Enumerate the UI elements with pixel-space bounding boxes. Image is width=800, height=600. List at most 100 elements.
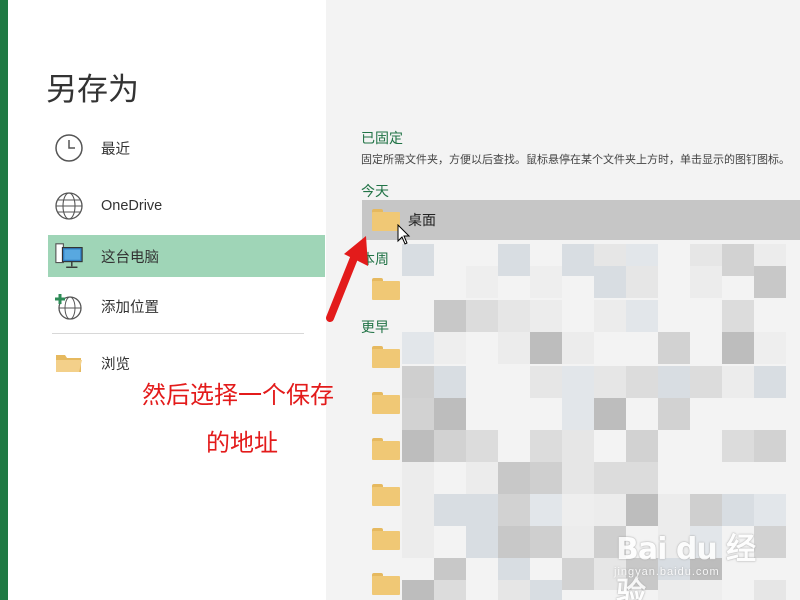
folder-row-desktop[interactable]: 桌面 bbox=[362, 200, 800, 240]
mosaic-cell bbox=[434, 398, 466, 430]
mosaic-cell bbox=[402, 462, 434, 494]
red-arrow-annotation bbox=[326, 236, 368, 322]
mosaic-cell bbox=[626, 266, 658, 298]
mosaic-cell bbox=[562, 366, 594, 398]
mosaic-cell bbox=[722, 366, 754, 398]
mosaic-cell bbox=[690, 266, 722, 298]
mosaic-cell bbox=[530, 366, 562, 398]
mosaic-cell bbox=[626, 300, 658, 332]
mosaic-cell bbox=[402, 244, 434, 276]
excel-green-strip bbox=[0, 0, 8, 600]
mosaic-cell bbox=[466, 266, 498, 298]
nav-item-onedrive[interactable]: OneDrive bbox=[48, 185, 325, 227]
mosaic-cell bbox=[530, 332, 562, 364]
mosaic-cell bbox=[562, 526, 594, 558]
mosaic-cell bbox=[562, 398, 594, 430]
add-location-icon bbox=[54, 291, 84, 321]
page-title: 另存为 bbox=[46, 72, 139, 107]
mosaic-cell bbox=[562, 558, 594, 590]
mosaic-cell bbox=[402, 366, 434, 398]
mosaic-cell bbox=[658, 332, 690, 364]
mosaic-cell bbox=[722, 430, 754, 462]
mosaic-cell bbox=[402, 526, 434, 558]
mosaic-cell bbox=[498, 300, 530, 332]
mosaic-cell bbox=[658, 398, 690, 430]
mosaic-cell bbox=[530, 430, 562, 462]
mosaic-cell bbox=[498, 332, 530, 364]
nav-item-recent[interactable]: 最近 bbox=[48, 127, 325, 169]
mouse-cursor-icon bbox=[397, 224, 411, 245]
mosaic-cell bbox=[434, 494, 466, 526]
mosaic-cell bbox=[434, 430, 466, 462]
mosaic-cell bbox=[562, 494, 594, 526]
mosaic-cell bbox=[754, 332, 786, 364]
nav-label: 添加位置 bbox=[101, 299, 159, 316]
mosaic-cell bbox=[434, 366, 466, 398]
mosaic-cell bbox=[530, 526, 562, 558]
watermark-brand: Bai du 经验 bbox=[616, 532, 756, 600]
mosaic-cell bbox=[466, 494, 498, 526]
nav-item-this-pc[interactable]: 这台电脑 bbox=[48, 235, 325, 277]
folder-icon bbox=[372, 209, 400, 231]
mosaic-cell bbox=[466, 430, 498, 462]
folder-icon[interactable] bbox=[372, 484, 400, 506]
computer-icon bbox=[54, 241, 84, 271]
mosaic-cell bbox=[594, 398, 626, 430]
mosaic-cell bbox=[594, 462, 626, 494]
mosaic-cell bbox=[530, 300, 562, 332]
mosaic-cell bbox=[402, 580, 434, 600]
mosaic-cell bbox=[402, 430, 434, 462]
nav-label: OneDrive bbox=[101, 198, 163, 214]
mosaic-cell bbox=[498, 580, 530, 600]
mosaic-cell bbox=[754, 266, 786, 298]
nav-item-add-location[interactable]: 添加位置 bbox=[48, 285, 325, 327]
annotation-text-line2: 的地址 bbox=[206, 429, 278, 457]
mosaic-cell bbox=[466, 462, 498, 494]
mosaic-cell bbox=[402, 494, 434, 526]
mosaic-cell bbox=[434, 332, 466, 364]
mosaic-cell bbox=[562, 332, 594, 364]
folder-icon bbox=[54, 348, 84, 378]
mosaic-cell bbox=[434, 580, 466, 600]
annotation-text-line1: 然后选择一个保存 bbox=[142, 381, 334, 409]
mosaic-cell bbox=[498, 526, 530, 558]
mosaic-cell bbox=[626, 462, 658, 494]
mosaic-cell bbox=[402, 398, 434, 430]
nav-label: 浏览 bbox=[101, 356, 130, 373]
mosaic-cell bbox=[498, 462, 530, 494]
folder-icon[interactable] bbox=[372, 392, 400, 414]
clock-icon bbox=[54, 133, 84, 163]
mosaic-cell bbox=[434, 300, 466, 332]
mosaic-cell bbox=[498, 494, 530, 526]
baidu-watermark: Bai du 经验 jingyan.baidu.com bbox=[612, 514, 772, 600]
mosaic-cell bbox=[530, 580, 562, 600]
folder-label: 桌面 bbox=[408, 212, 436, 228]
mosaic-cell bbox=[690, 366, 722, 398]
mosaic-cell bbox=[498, 244, 530, 276]
mosaic-cell bbox=[530, 494, 562, 526]
folder-icon[interactable] bbox=[372, 278, 400, 300]
folder-icon[interactable] bbox=[372, 346, 400, 368]
folder-icon[interactable] bbox=[372, 573, 400, 595]
nav-label: 最近 bbox=[101, 141, 130, 158]
globe-icon bbox=[54, 191, 84, 221]
nav-divider bbox=[52, 333, 304, 334]
folder-icon[interactable] bbox=[372, 438, 400, 460]
mosaic-cell bbox=[530, 266, 562, 298]
mosaic-cell bbox=[562, 462, 594, 494]
mosaic-cell bbox=[594, 366, 626, 398]
folder-icon[interactable] bbox=[372, 528, 400, 550]
mosaic-cell bbox=[722, 244, 754, 276]
mosaic-cell bbox=[562, 244, 594, 276]
mosaic-cell bbox=[754, 430, 786, 462]
mosaic-cell bbox=[626, 430, 658, 462]
mosaic-cell bbox=[594, 266, 626, 298]
pinned-description: 固定所需文件夹，方便以后查找。鼠标悬停在某个文件夹上方时，单击显示的图钉图标。 bbox=[361, 154, 790, 166]
mosaic-cell bbox=[466, 526, 498, 558]
mosaic-cell bbox=[402, 332, 434, 364]
mosaic-cell bbox=[658, 366, 690, 398]
mosaic-cell bbox=[530, 462, 562, 494]
pinned-header: 已固定 bbox=[361, 130, 403, 146]
mosaic-cell bbox=[562, 430, 594, 462]
watermark-url: jingyan.baidu.com bbox=[614, 566, 720, 578]
